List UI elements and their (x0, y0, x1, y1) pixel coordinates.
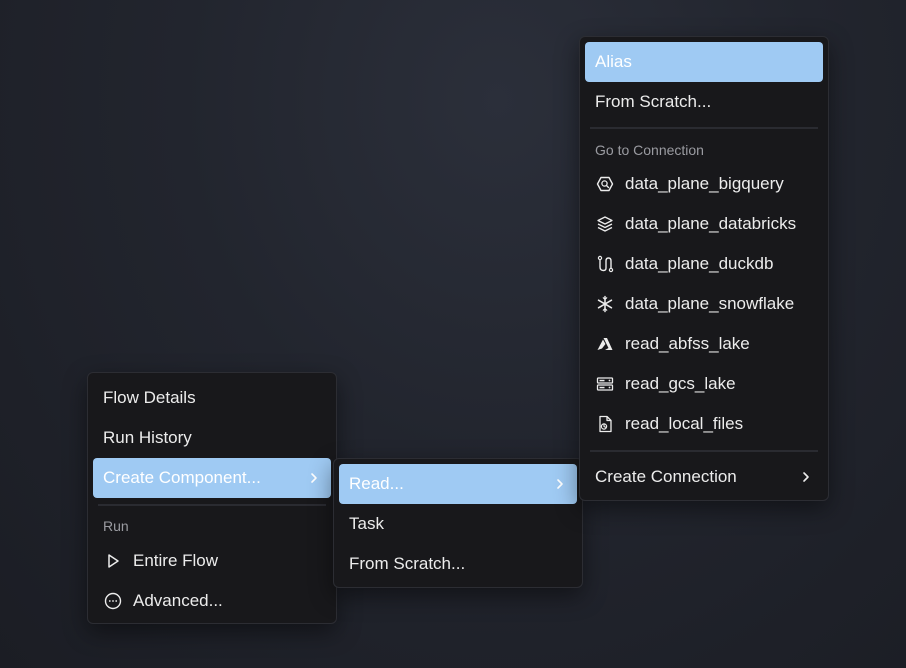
flow-details-label: Flow Details (103, 388, 196, 407)
read-label: Read... (349, 474, 404, 493)
menu-divider (98, 504, 326, 506)
component-from-scratch-label: From Scratch... (349, 554, 466, 573)
create-component-label: Create Component... (103, 468, 261, 487)
connection-item-duckdb[interactable]: data_plane_duckdb (585, 244, 823, 284)
create-component-item[interactable]: Create Component... (93, 458, 331, 498)
connection-item-snowflake[interactable]: data_plane_snowflake (585, 284, 823, 324)
bigquery-icon (595, 174, 615, 194)
task-label: Task (349, 514, 384, 533)
chevron-right-icon (307, 471, 321, 485)
read-submenu: Alias From Scratch... Go to Connection d… (579, 36, 829, 501)
entire-flow-label: Entire Flow (133, 551, 219, 570)
create-connection-item[interactable]: Create Connection (585, 457, 823, 497)
databricks-icon (595, 214, 615, 234)
task-item[interactable]: Task (339, 504, 577, 544)
create-component-submenu: Read... Task From Scratch... (333, 458, 583, 588)
read-item[interactable]: Read... (339, 464, 577, 504)
go-to-connection-section-label: Go to Connection (595, 142, 704, 158)
alias-label: Alias (595, 52, 632, 71)
connection-item-databricks[interactable]: data_plane_databricks (585, 204, 823, 244)
connection-item-bigquery[interactable]: data_plane_bigquery (585, 164, 823, 204)
chevron-right-icon (553, 477, 567, 491)
connection-label: data_plane_snowflake (625, 294, 795, 313)
azure-icon (595, 334, 615, 354)
run-history-label: Run History (103, 428, 192, 447)
run-history-item[interactable]: Run History (93, 418, 331, 458)
read-from-scratch-item[interactable]: From Scratch... (585, 82, 823, 122)
more-circle-icon (103, 591, 123, 611)
menu-divider (590, 127, 818, 129)
connection-label: read_abfss_lake (625, 334, 750, 353)
read-from-scratch-label: From Scratch... (595, 92, 712, 111)
menu-divider (590, 450, 818, 452)
create-connection-label: Create Connection (595, 467, 737, 486)
advanced-label: Advanced... (133, 591, 223, 610)
connection-label: data_plane_databricks (625, 214, 797, 233)
chevron-right-icon (799, 470, 813, 484)
component-from-scratch-item[interactable]: From Scratch... (339, 544, 577, 584)
run-section-label: Run (103, 518, 129, 534)
connection-item-gcs[interactable]: read_gcs_lake (585, 364, 823, 404)
alias-item[interactable]: Alias (585, 42, 823, 82)
connection-label: data_plane_bigquery (625, 174, 784, 193)
snowflake-icon (595, 294, 615, 314)
duckdb-icon (595, 254, 615, 274)
local-file-icon (595, 414, 615, 434)
run-advanced-item[interactable]: Advanced... (93, 581, 331, 621)
connection-label: read_gcs_lake (625, 374, 736, 393)
flow-details-item[interactable]: Flow Details (93, 378, 331, 418)
gcs-icon (595, 374, 615, 394)
connection-item-local-files[interactable]: read_local_files (585, 404, 823, 444)
run-entire-flow-item[interactable]: Entire Flow (93, 541, 331, 581)
play-icon (103, 551, 123, 571)
connection-item-abfss[interactable]: read_abfss_lake (585, 324, 823, 364)
flow-context-menu: Flow Details Run History Create Componen… (87, 372, 337, 624)
connection-label: read_local_files (625, 414, 744, 433)
connection-label: data_plane_duckdb (625, 254, 774, 273)
